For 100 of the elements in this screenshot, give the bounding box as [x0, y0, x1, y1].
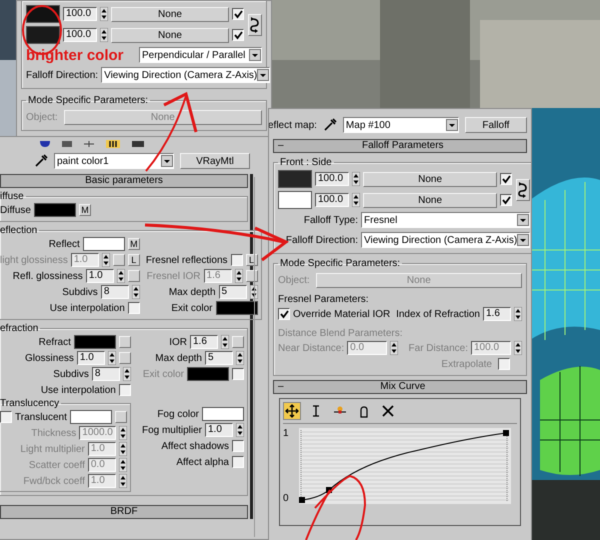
- spinner-icon[interactable]: [514, 307, 522, 321]
- checkbox[interactable]: [278, 308, 290, 320]
- material-dropdown[interactable]: paint color1: [54, 153, 174, 169]
- field-label: Glossiness: [24, 352, 74, 364]
- map-button[interactable]: M: [128, 238, 140, 250]
- map-button[interactable]: [232, 336, 244, 348]
- checkbox[interactable]: [500, 194, 512, 206]
- spinner-icon[interactable]: [100, 28, 108, 42]
- spinner-icon[interactable]: [118, 442, 127, 456]
- field-label: Fog color: [157, 408, 199, 420]
- field-label: Diffuse: [0, 204, 31, 216]
- color-swatch[interactable]: [278, 170, 312, 188]
- dropdown[interactable]: Perpendicular / Parallel: [139, 47, 262, 63]
- spinner-icon[interactable]: [122, 367, 131, 381]
- field-label: Fresnel reflections: [146, 254, 228, 266]
- field-label: Subdivs: [62, 286, 98, 298]
- spinner-icon[interactable]: [352, 193, 360, 207]
- swap-button[interactable]: [248, 14, 262, 36]
- number-field[interactable]: 100.0: [315, 172, 349, 186]
- color-swatch[interactable]: [216, 301, 258, 315]
- map-button[interactable]: None: [363, 172, 498, 186]
- spinner-icon[interactable]: [132, 285, 140, 299]
- rollout-header[interactable]: Basic parameters: [0, 174, 248, 188]
- spinner-icon[interactable]: [234, 269, 243, 283]
- axis-label: 0: [283, 493, 290, 504]
- map-button[interactable]: [128, 270, 140, 282]
- checkbox[interactable]: [230, 254, 243, 266]
- color-swatch[interactable]: [70, 410, 112, 424]
- color-swatch[interactable]: [278, 191, 312, 209]
- color-swatch[interactable]: [202, 407, 244, 421]
- number-field[interactable]: 1.6: [483, 307, 511, 321]
- spinner-icon[interactable]: [118, 458, 127, 472]
- rollout-header[interactable]: – Mix Curve: [273, 380, 527, 394]
- color-swatch[interactable]: [82, 237, 125, 251]
- move-icon[interactable]: [283, 402, 301, 420]
- number-field[interactable]: 100.0: [63, 7, 97, 21]
- dropdown[interactable]: Viewing Direction (Camera Z-Axis): [361, 232, 530, 248]
- checkbox[interactable]: [500, 173, 512, 185]
- spinner-icon[interactable]: [236, 351, 244, 365]
- number-field[interactable]: 100.0: [63, 28, 97, 42]
- number-field[interactable]: 8: [92, 367, 120, 381]
- group-title: Mode Specific Parameters:: [279, 258, 402, 269]
- number-field[interactable]: 5: [218, 285, 247, 299]
- dropdown[interactable]: Viewing Direction (Camera Z-Axis): [101, 67, 270, 83]
- spinner-icon[interactable]: [118, 474, 127, 488]
- checkbox[interactable]: [118, 384, 131, 396]
- number-field[interactable]: 8: [100, 285, 129, 299]
- map-dropdown[interactable]: Map #100: [342, 117, 459, 133]
- number-field[interactable]: 1.0: [86, 269, 114, 283]
- field-label: Falloff Direction:: [284, 234, 358, 246]
- checkbox[interactable]: [232, 440, 244, 452]
- number-field[interactable]: 100.0: [471, 341, 511, 355]
- eyedropper-icon[interactable]: [322, 118, 337, 132]
- swap-button[interactable]: [516, 178, 530, 200]
- checkbox[interactable]: [232, 29, 244, 41]
- checkbox[interactable]: [232, 8, 244, 20]
- number-field[interactable]: 1.0: [205, 423, 233, 437]
- field-label: Max depth: [155, 352, 202, 364]
- checkbox[interactable]: [498, 358, 510, 370]
- checkbox[interactable]: [128, 302, 140, 314]
- color-swatch[interactable]: [34, 203, 76, 217]
- color-swatch[interactable]: [26, 26, 60, 44]
- spinner-icon[interactable]: [390, 341, 398, 355]
- number-field[interactable]: 0.0: [347, 341, 388, 355]
- spinner-icon[interactable]: [108, 351, 116, 365]
- checkbox[interactable]: [232, 456, 244, 468]
- number-field[interactable]: 1.6: [190, 335, 218, 349]
- map-button[interactable]: None: [363, 192, 498, 208]
- map-button[interactable]: [118, 336, 131, 348]
- spinner-icon[interactable]: [102, 253, 110, 267]
- field-label: Fresnel IOR: [146, 270, 201, 282]
- map-button[interactable]: [118, 352, 131, 364]
- material-type-button[interactable]: VRayMtl: [180, 153, 250, 169]
- field-label: Light multiplier: [20, 444, 85, 454]
- number-field[interactable]: 5: [205, 351, 233, 365]
- number-field[interactable]: 100.0: [315, 193, 349, 207]
- map-type-button[interactable]: Falloff: [464, 117, 527, 133]
- number-field[interactable]: 1.0: [76, 351, 105, 365]
- map-button[interactable]: None: [111, 6, 229, 22]
- field-label: Subdivs: [53, 368, 89, 380]
- spinner-icon[interactable]: [236, 423, 244, 437]
- spinner-icon[interactable]: [514, 341, 522, 355]
- map-button[interactable]: None: [111, 28, 229, 42]
- color-swatch[interactable]: [74, 335, 116, 349]
- lock-button[interactable]: L: [246, 254, 258, 266]
- spinner-icon[interactable]: [118, 426, 127, 440]
- map-button[interactable]: [114, 411, 127, 423]
- spinner-icon[interactable]: [352, 172, 360, 186]
- mix-curve-drawing[interactable]: [299, 428, 511, 504]
- spinner-icon[interactable]: [221, 335, 229, 349]
- rollout-header[interactable]: BRDF: [0, 505, 248, 519]
- spinner-icon[interactable]: [116, 269, 125, 283]
- spinner-icon[interactable]: [100, 7, 108, 21]
- checker-icon[interactable]: [106, 140, 120, 148]
- map-button[interactable]: M: [78, 204, 91, 216]
- checkbox[interactable]: [0, 411, 12, 423]
- eyedropper-icon[interactable]: [34, 154, 48, 168]
- rollout-header[interactable]: – Falloff Parameters: [273, 139, 527, 153]
- dropdown[interactable]: Fresnel: [361, 212, 530, 228]
- checkbox-label: Extrapolate: [441, 358, 492, 370]
